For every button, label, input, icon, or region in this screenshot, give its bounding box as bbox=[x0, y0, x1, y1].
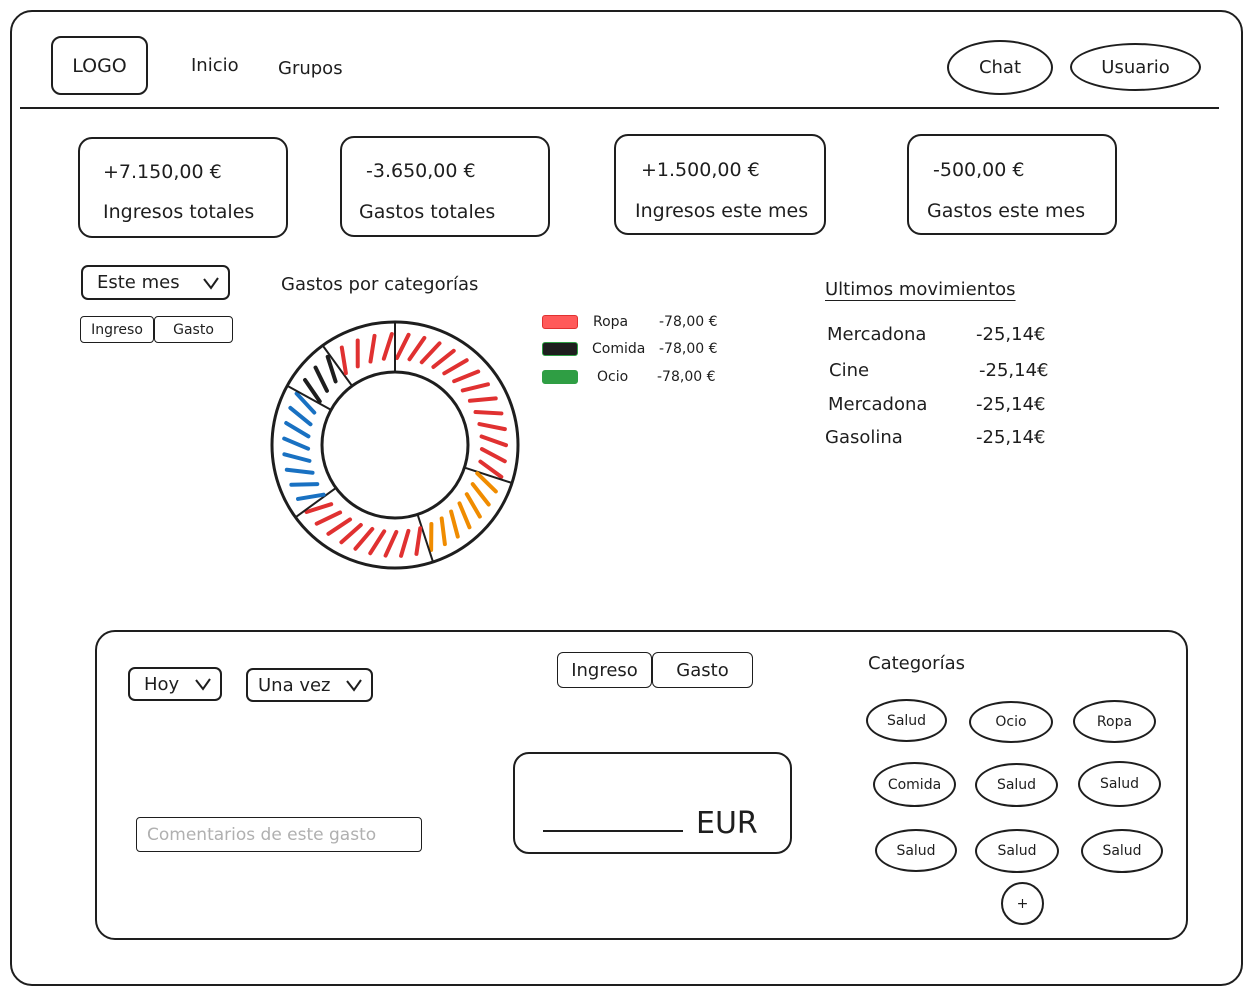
legend-name-ocio: Ocio bbox=[597, 369, 629, 385]
currency-label: EUR bbox=[696, 806, 758, 841]
category-label: Salud bbox=[886, 712, 927, 729]
stat-value: +7.150,00 € bbox=[103, 161, 222, 183]
period-dropdown[interactable]: Este mes bbox=[81, 265, 230, 300]
chat-button-label: Chat bbox=[978, 57, 1022, 78]
movement-amount: -25,14€ bbox=[976, 324, 1046, 345]
donut-chart bbox=[270, 320, 520, 570]
chevron-down-icon bbox=[203, 276, 219, 290]
form-ingreso-toggle[interactable]: Ingreso bbox=[557, 652, 652, 688]
frequency-dropdown-value: Una vez bbox=[258, 674, 331, 696]
stat-card-gastos-mes: -500,00 € Gastos este mes bbox=[907, 134, 1117, 235]
date-dropdown-value: Hoy bbox=[144, 673, 180, 695]
frequency-dropdown[interactable]: Una vez bbox=[246, 668, 373, 702]
legend-swatch-ropa bbox=[542, 315, 578, 329]
chart-slice bbox=[303, 354, 338, 404]
amount-input-line[interactable] bbox=[543, 830, 683, 832]
stat-card-ingresos-mes: +1.500,00 € Ingresos este mes bbox=[614, 134, 826, 235]
filter-gasto-label: Gasto bbox=[173, 321, 214, 338]
legend-value-ocio: -78,00 € bbox=[657, 369, 716, 385]
logo-text: LOGO bbox=[72, 54, 127, 77]
filter-ingreso-toggle[interactable]: Ingreso bbox=[80, 316, 154, 343]
legend-value-ropa: -78,00 € bbox=[659, 314, 718, 330]
movement-amount: -25,14€ bbox=[979, 360, 1049, 381]
comment-input[interactable] bbox=[136, 817, 422, 852]
header-divider bbox=[20, 107, 1219, 109]
category-label: Salud bbox=[1099, 776, 1140, 792]
movement-amount: -25,14€ bbox=[976, 394, 1046, 415]
category-label: Comida bbox=[887, 776, 942, 793]
movement-name[interactable]: Mercadona bbox=[828, 396, 927, 414]
movement-amount: -25,14€ bbox=[976, 427, 1046, 448]
movement-name[interactable]: Mercadona bbox=[827, 326, 926, 344]
legend-swatch-ocio bbox=[542, 370, 578, 384]
stat-value: -3.650,00 € bbox=[366, 160, 476, 182]
filter-gasto-toggle[interactable]: Gasto bbox=[154, 316, 233, 343]
form-gasto-label: Gasto bbox=[676, 659, 729, 681]
category-pill[interactable]: Comida bbox=[873, 762, 956, 807]
nav-grupos[interactable]: Grupos bbox=[278, 60, 343, 78]
stat-card-gastos-totales: -3.650,00 € Gastos totales bbox=[340, 136, 550, 237]
movement-name[interactable]: Gasolina bbox=[825, 429, 903, 447]
period-dropdown-value: Este mes bbox=[97, 272, 180, 293]
date-dropdown[interactable]: Hoy bbox=[128, 667, 222, 701]
legend-swatch-comida bbox=[542, 342, 578, 356]
chevron-down-icon bbox=[195, 678, 211, 691]
logo[interactable]: LOGO bbox=[51, 36, 148, 95]
stat-card-ingresos-totales: +7.150,00 € Ingresos totales bbox=[78, 137, 288, 238]
category-pill[interactable]: Salud bbox=[866, 699, 947, 742]
category-label: Ocio bbox=[995, 714, 1027, 730]
chart-slice bbox=[282, 391, 326, 501]
categories-title: Categorías bbox=[868, 653, 965, 674]
chart-title: Gastos por categorías bbox=[281, 274, 479, 295]
category-pill[interactable]: Salud bbox=[975, 829, 1059, 873]
movement-name[interactable]: Cine bbox=[829, 362, 869, 380]
chart-slice-separator bbox=[321, 344, 353, 387]
category-label: Salud bbox=[997, 843, 1037, 859]
plus-icon: + bbox=[1016, 895, 1029, 912]
category-pill[interactable]: Salud bbox=[1078, 761, 1161, 807]
stat-label: Gastos totales bbox=[359, 201, 496, 223]
chat-button[interactable]: Chat bbox=[947, 40, 1053, 95]
amount-box[interactable]: EUR bbox=[513, 752, 792, 854]
filter-ingreso-label: Ingreso bbox=[91, 321, 143, 338]
legend-name-comida: Comida bbox=[592, 341, 646, 357]
category-pill[interactable]: Ocio bbox=[969, 701, 1053, 743]
legend-value-comida: -78,00 € bbox=[659, 341, 718, 357]
chart-slice bbox=[394, 332, 508, 479]
form-ingreso-label: Ingreso bbox=[571, 659, 638, 681]
user-button-label: Usuario bbox=[1101, 56, 1170, 78]
category-pill[interactable]: Salud bbox=[875, 829, 957, 872]
legend-name-ropa: Ropa bbox=[593, 314, 629, 330]
category-pill[interactable]: Salud bbox=[975, 763, 1058, 807]
add-category-button[interactable]: + bbox=[1001, 882, 1044, 925]
category-label: Salud bbox=[996, 777, 1037, 793]
chart-slice bbox=[429, 471, 498, 552]
stat-label: Gastos este mes bbox=[927, 200, 1086, 222]
user-button[interactable]: Usuario bbox=[1070, 43, 1201, 91]
category-pill[interactable]: Salud bbox=[1081, 829, 1163, 873]
chevron-down-icon bbox=[346, 679, 362, 692]
form-gasto-toggle[interactable]: Gasto bbox=[652, 652, 753, 688]
movements-title: Ultimos movimientos bbox=[825, 279, 1016, 300]
category-label: Salud bbox=[1102, 843, 1142, 859]
category-pill[interactable]: Ropa bbox=[1073, 700, 1156, 743]
category-label: Ropa bbox=[1096, 713, 1133, 730]
stat-value: +1.500,00 € bbox=[641, 159, 760, 181]
category-label: Salud bbox=[896, 842, 936, 859]
nav-inicio[interactable]: Inicio bbox=[191, 57, 239, 75]
stat-value: -500,00 € bbox=[933, 159, 1025, 181]
stat-label: Ingresos este mes bbox=[635, 200, 809, 222]
chart-slice bbox=[339, 332, 394, 376]
chart-inner-ring bbox=[320, 370, 470, 520]
stat-label: Ingresos totales bbox=[103, 201, 255, 223]
chart-slice-separator bbox=[464, 466, 513, 484]
